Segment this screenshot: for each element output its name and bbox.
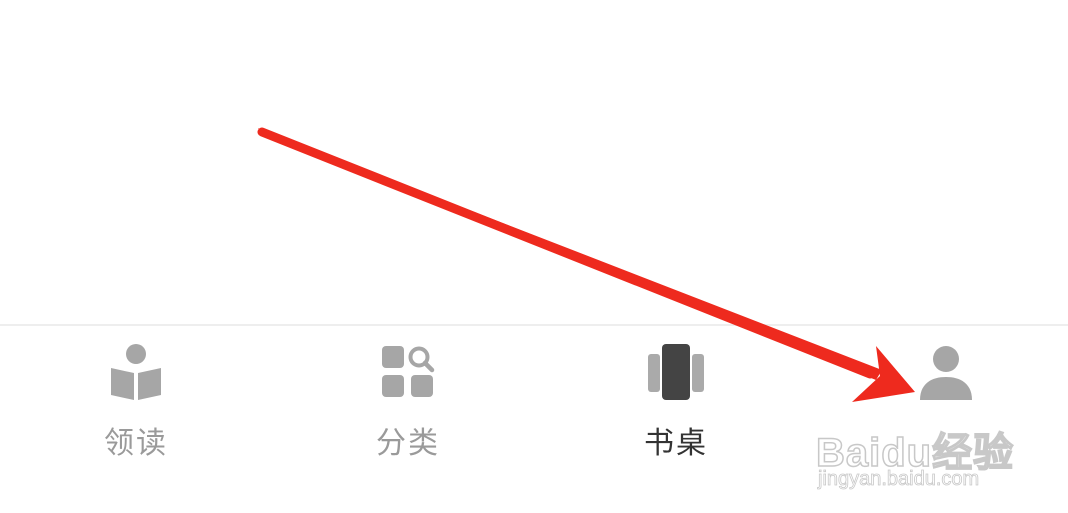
tab-label-lingdu: 领读 <box>104 426 168 461</box>
bottom-tab-bar: 领读 分类 书桌 <box>0 326 1068 513</box>
tab-label-fenlei: 分类 <box>376 426 440 461</box>
person-icon <box>920 346 972 400</box>
tab-shuzhuo[interactable]: 书桌 <box>606 326 746 486</box>
bookshelf-cards-icon <box>648 344 704 400</box>
reading-book-icon <box>111 344 161 400</box>
tab-lingdu[interactable]: 领读 <box>66 326 206 486</box>
category-grid-search-icon <box>382 346 435 397</box>
tab-label-shuzhuo: 书桌 <box>644 426 708 461</box>
tab-fenlei[interactable]: 分类 <box>338 326 478 486</box>
app-screen: 领读 分类 书桌 Baidu经验 jingyan.baidu.com <box>0 0 1068 513</box>
tab-profile[interactable] <box>876 326 1016 486</box>
